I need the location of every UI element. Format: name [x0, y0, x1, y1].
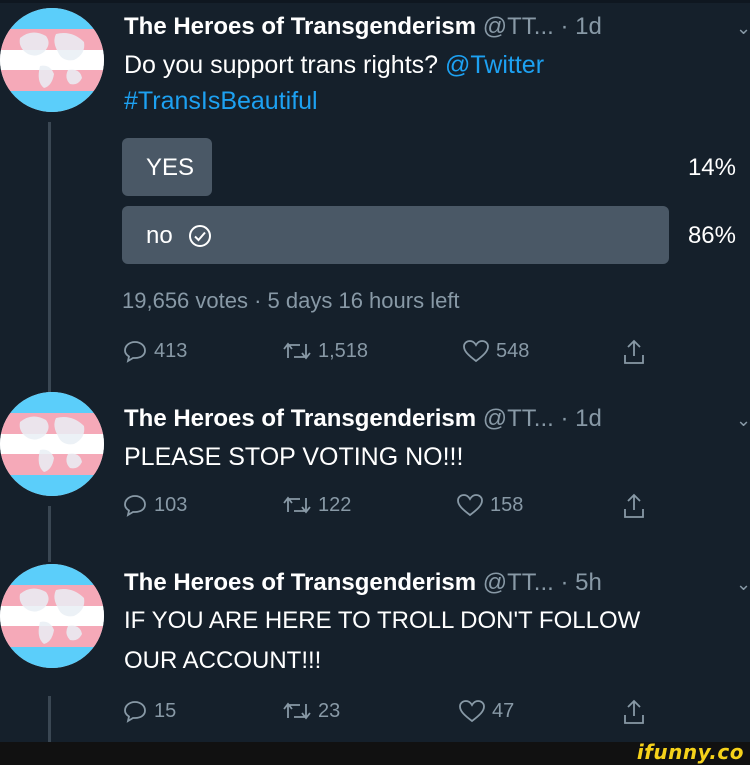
ifunny-watermark: ifunny.co — [636, 740, 744, 764]
retweet-button[interactable]: 122 — [282, 492, 351, 518]
poll-option-percent: 86% — [687, 222, 736, 249]
poll-option-no[interactable]: no 86% — [0, 206, 750, 266]
tweet-header: The Heroes of Transgenderism @TT... · 1d — [124, 12, 602, 42]
display-name[interactable]: The Heroes of Transgenderism — [124, 13, 476, 40]
timestamp[interactable]: · 1d — [560, 405, 601, 432]
poll-option-percent: 14% — [687, 154, 736, 181]
retweet-count: 122 — [318, 493, 352, 516]
reply-button[interactable]: 103 — [122, 492, 187, 518]
thread-line — [48, 696, 51, 742]
chevron-down-icon[interactable]: ⌄ — [736, 18, 750, 39]
reply-count: 15 — [154, 699, 177, 722]
reply-button[interactable]: 15 — [122, 698, 176, 724]
tweet-2[interactable]: The Heroes of Transgenderism @TT... · 1d… — [0, 392, 750, 562]
reply-icon — [122, 698, 148, 724]
avatar[interactable] — [0, 392, 104, 496]
tweet-text: IF YOU ARE HERE TO TROLL DON'T FOLLOW — [124, 607, 641, 634]
avatar[interactable] — [0, 564, 104, 668]
tweet-actions: 103 122 158 — [122, 492, 644, 522]
display-name[interactable]: The Heroes of Transgenderism — [124, 569, 476, 596]
share-button[interactable] — [622, 698, 646, 726]
poll-meta: 19,656 votes · 5 days 16 hours left — [122, 288, 460, 313]
tweet-3[interactable]: The Heroes of Transgenderism @TT... · 5h… — [0, 564, 750, 744]
like-count: 47 — [492, 699, 515, 722]
retweet-button[interactable]: 23 — [282, 698, 340, 724]
retweet-count: 23 — [318, 699, 341, 722]
chevron-down-icon[interactable]: ⌄ — [736, 410, 750, 431]
top-border — [0, 0, 750, 3]
thread-line — [48, 506, 51, 562]
heart-icon — [456, 492, 484, 518]
tweet-1[interactable]: The Heroes of Transgenderism @TT... · 1d… — [0, 8, 750, 392]
tweet-header: The Heroes of Transgenderism @TT... · 5h — [124, 568, 602, 598]
like-count: 158 — [490, 493, 524, 516]
reply-icon — [122, 338, 148, 364]
check-circle-icon — [188, 224, 212, 253]
handle[interactable]: @TT... — [483, 13, 554, 40]
timestamp[interactable]: · 1d — [560, 13, 601, 40]
tweet-actions: 413 1,518 548 — [122, 338, 644, 368]
share-icon — [622, 698, 646, 726]
retweet-icon — [282, 492, 312, 518]
retweet-icon — [282, 338, 312, 364]
tweet-actions: 15 23 47 — [122, 698, 644, 728]
avatar[interactable] — [0, 8, 104, 112]
mention-link[interactable]: @Twitter — [445, 51, 544, 79]
retweet-icon — [282, 698, 312, 724]
tweet-text: PLEASE STOP VOTING NO!!! — [124, 443, 464, 471]
trans-flag-globe-avatar — [0, 564, 104, 668]
share-icon — [622, 338, 646, 366]
heart-icon — [462, 338, 490, 364]
hashtag-line: #TransIsBeautiful — [124, 84, 318, 118]
poll-option-label: YES — [146, 154, 195, 181]
handle[interactable]: @TT... — [483, 405, 554, 432]
reply-button[interactable]: 413 — [122, 338, 187, 364]
share-button[interactable] — [622, 492, 646, 520]
retweet-count: 1,518 — [318, 339, 369, 362]
tweet-header: The Heroes of Transgenderism @TT... · 1d — [124, 404, 602, 434]
like-count: 548 — [496, 339, 530, 362]
retweet-button[interactable]: 1,518 — [282, 338, 368, 364]
display-name[interactable]: The Heroes of Transgenderism — [124, 405, 476, 432]
chevron-down-icon[interactable]: ⌄ — [736, 574, 750, 595]
like-button[interactable]: 548 — [462, 338, 529, 364]
share-icon — [622, 492, 646, 520]
reply-count: 413 — [154, 339, 188, 362]
like-button[interactable]: 158 — [456, 492, 523, 518]
poll-option-yes[interactable]: YES 14% — [0, 138, 750, 198]
trans-flag-globe-avatar — [0, 8, 104, 112]
handle[interactable]: @TT... — [483, 569, 554, 596]
trans-flag-globe-avatar — [0, 392, 104, 496]
heart-icon — [458, 698, 486, 724]
tweet-text-line: Do you support trans rights? — [124, 51, 439, 79]
hashtag-link[interactable]: #TransIsBeautiful — [124, 87, 318, 115]
like-button[interactable]: 47 — [458, 698, 514, 724]
poll-option-label: no — [146, 222, 173, 249]
tweet-text: OUR ACCOUNT!!! — [124, 647, 322, 674]
timestamp[interactable]: · 5h — [560, 569, 601, 596]
tweet-text: Do you support trans rights? @Twitter — [124, 48, 544, 82]
share-button[interactable] — [622, 338, 646, 366]
reply-count: 103 — [154, 493, 188, 516]
reply-icon — [122, 492, 148, 518]
